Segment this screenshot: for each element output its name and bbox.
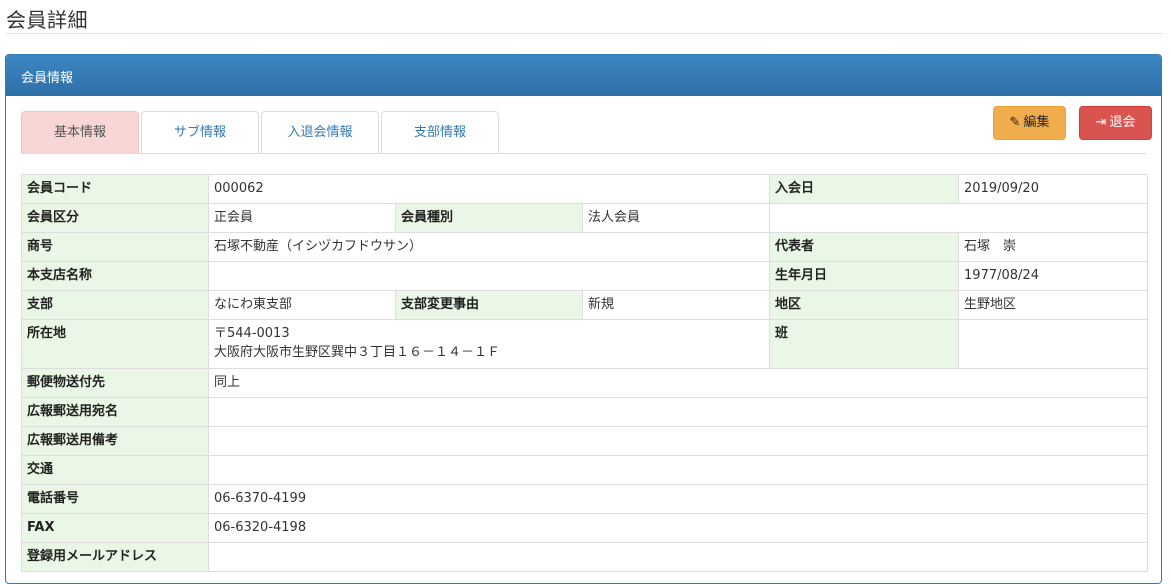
panel-heading: 会員情報: [6, 55, 1161, 96]
member-class-label: 会員区分: [21, 203, 209, 233]
tab-sub-info[interactable]: サブ情報: [141, 111, 259, 154]
mail-destination-label: 郵便物送付先: [21, 368, 209, 398]
group-value: [958, 319, 1149, 369]
group-label: 班: [769, 319, 960, 369]
table-row: 登録用メールアドレス: [21, 542, 1149, 572]
postal-code: 〒544-0013: [214, 326, 290, 341]
member-class-value: 正会員: [208, 203, 396, 233]
sign-out-icon: ⇥: [1095, 115, 1107, 130]
join-date-label: 入会日: [769, 174, 960, 204]
mail-destination-value: 同上: [207, 368, 1149, 398]
member-info-panel: 会員情報 基本情報 サブ情報 入退会情報 支部情報 ✎ 編集 ⇥ 退会 会員コード …: [5, 54, 1162, 584]
address-label: 所在地: [21, 319, 209, 369]
empty-cell: [769, 203, 1149, 233]
fax-value: 06-6320-4198: [207, 513, 1149, 543]
table-row: 商号 石塚不動産（イシヅカフドウサン） 代表者 石塚 崇: [21, 232, 1149, 262]
branch-name-value: [207, 261, 771, 291]
trade-name-value: 石塚不動産（イシヅカフドウサン）: [207, 232, 771, 262]
email-value: [207, 542, 1149, 572]
branch-change-reason-label: 支部変更事由: [395, 290, 583, 320]
table-row: 広報郵送用備考: [21, 426, 1149, 456]
tab-membership-info[interactable]: 入退会情報: [261, 111, 379, 154]
branch-change-reason-value: 新規: [581, 290, 771, 320]
address-line: 大阪府大阪市生野区巽中３丁目１６－１４－１Ｆ: [214, 345, 501, 360]
fax-label: FAX: [21, 513, 209, 543]
table-row: 支部 なにわ東支部 支部変更事由 新規 地区 生野地区: [21, 290, 1149, 320]
district-value: 生野地区: [958, 290, 1149, 320]
join-date-value: 2019/09/20: [958, 174, 1149, 204]
phone-label: 電話番号: [21, 484, 209, 514]
title-divider: [6, 33, 1163, 34]
representative-label: 代表者: [769, 232, 960, 262]
birth-date-value: 1977/08/24: [958, 261, 1149, 291]
pr-mail-name-label: 広報郵送用宛名: [21, 397, 209, 427]
table-row: 会員コード 000062 入会日 2019/09/20: [21, 174, 1149, 204]
withdraw-button-label: 退会: [1109, 115, 1136, 130]
table-row: 広報郵送用宛名: [21, 397, 1149, 427]
transport-label: 交通: [21, 455, 209, 485]
birth-date-label: 生年月日: [769, 261, 960, 291]
email-label: 登録用メールアドレス: [21, 542, 209, 572]
transport-value: [207, 455, 1149, 485]
member-code-label: 会員コード: [21, 174, 209, 204]
trade-name-label: 商号: [21, 232, 209, 262]
pr-mail-note-value: [207, 426, 1149, 456]
table-row: 郵便物送付先 同上: [21, 368, 1149, 398]
phone-value: 06-6370-4199: [207, 484, 1149, 514]
pr-mail-note-label: 広報郵送用備考: [21, 426, 209, 456]
member-detail-table: 会員コード 000062 入会日 2019/09/20 会員区分 正会員 会員種…: [21, 174, 1149, 572]
table-row: FAX 06-6320-4198: [21, 513, 1149, 543]
branch-label: 支部: [21, 290, 209, 320]
tab-branch-info[interactable]: 支部情報: [381, 111, 499, 154]
representative-value: 石塚 崇: [958, 232, 1149, 262]
table-row: 会員区分 正会員 会員種別 法人会員: [21, 203, 1149, 233]
branch-name-label: 本支店名称: [21, 261, 209, 291]
edit-button[interactable]: ✎ 編集: [993, 106, 1066, 140]
pr-mail-name-value: [207, 397, 1149, 427]
tab-basic-info[interactable]: 基本情報: [21, 111, 139, 154]
address-value: 〒544-0013 大阪府大阪市生野区巽中３丁目１６－１４－１Ｆ: [207, 319, 771, 369]
table-row: 所在地 〒544-0013 大阪府大阪市生野区巽中３丁目１６－１４－１Ｆ 班: [21, 319, 1149, 369]
withdraw-button[interactable]: ⇥ 退会: [1079, 106, 1152, 140]
tab-bar: 基本情報 サブ情報 入退会情報 支部情報: [21, 111, 501, 154]
tab-divider: [21, 153, 1146, 154]
table-row: 交通: [21, 455, 1149, 485]
page-title: 会員詳細: [6, 8, 88, 32]
member-type-value: 法人会員: [581, 203, 771, 233]
member-code-value: 000062: [207, 174, 771, 204]
branch-value: なにわ東支部: [208, 290, 396, 320]
table-row: 本支店名称 生年月日 1977/08/24: [21, 261, 1149, 291]
member-type-label: 会員種別: [395, 203, 583, 233]
district-label: 地区: [769, 290, 960, 320]
pencil-icon: ✎: [1009, 115, 1021, 130]
table-row: 電話番号 06-6370-4199: [21, 484, 1149, 514]
edit-button-label: 編集: [1023, 115, 1050, 130]
